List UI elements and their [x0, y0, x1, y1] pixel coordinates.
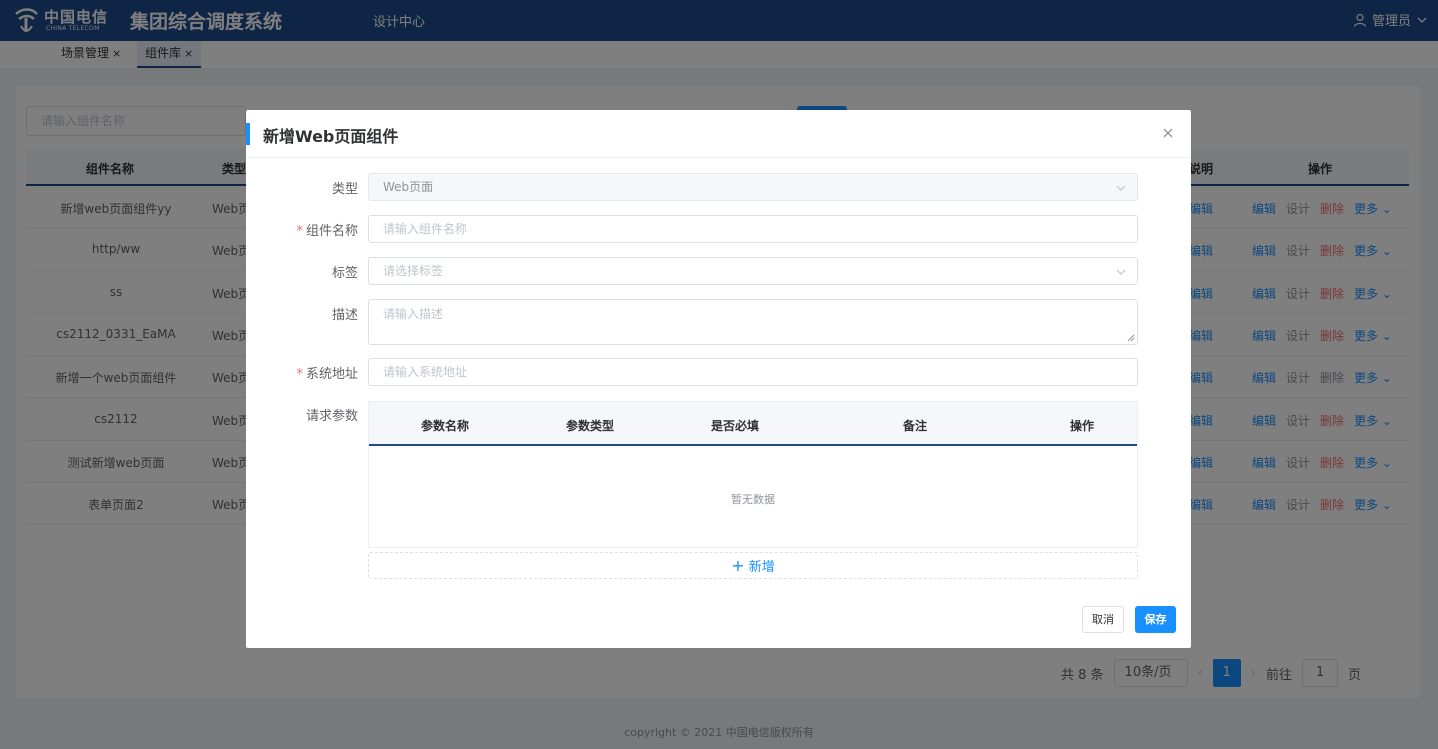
- th-remark: 备注: [903, 419, 928, 433]
- desc-placeholder: 请输入描述: [383, 307, 444, 321]
- tags-select[interactable]: 请选择标签: [368, 257, 1138, 285]
- type-value: Web页面: [383, 180, 434, 194]
- type-label: 类型: [331, 182, 358, 197]
- title-accent-bar: [246, 123, 250, 145]
- system-address-input[interactable]: 请输入系统地址: [368, 358, 1138, 386]
- type-select: Web页面: [368, 173, 1138, 201]
- dialog-header: 新增Web页面组件: [246, 110, 1191, 158]
- address-label: * 系统地址: [296, 367, 358, 382]
- close-icon[interactable]: [1161, 126, 1175, 140]
- cancel-button[interactable]: 取消: [1082, 606, 1124, 633]
- description-textarea[interactable]: 请输入描述: [368, 299, 1138, 345]
- chevron-down-icon: [1116, 185, 1126, 191]
- params-table-header: 参数名称 参数类型 是否必填 备注 操作: [369, 402, 1137, 446]
- component-name-input[interactable]: 请输入组件名称: [368, 215, 1138, 243]
- empty-text: 暂无数据: [731, 493, 775, 506]
- dialog-title: 新增Web页面组件: [263, 127, 399, 146]
- add-param-button[interactable]: + 新增: [368, 552, 1138, 579]
- add-web-component-dialog: 新增Web页面组件 类型 Web页面 * 组件名称 请输入组件名称 标签 请选择标…: [246, 110, 1191, 648]
- tags-label: 标签: [331, 266, 358, 281]
- th-param-name: 参数名称: [421, 419, 470, 433]
- desc-label: 描述: [331, 308, 358, 323]
- resize-grip-icon[interactable]: [1127, 334, 1135, 342]
- params-label: 请求参数: [305, 409, 358, 424]
- name-placeholder: 请输入组件名称: [383, 222, 468, 236]
- add-label: 新增: [748, 560, 775, 575]
- save-button[interactable]: 保存: [1135, 606, 1176, 633]
- th-operation: 操作: [1070, 419, 1095, 433]
- plus-icon: +: [731, 556, 745, 575]
- request-params-table: 参数名称 参数类型 是否必填 备注 操作 暂无数据: [368, 401, 1138, 548]
- name-label: * 组件名称: [296, 224, 358, 239]
- chevron-down-icon: [1116, 269, 1126, 275]
- tags-placeholder: 请选择标签: [383, 264, 444, 278]
- th-required: 是否必填: [711, 419, 760, 433]
- th-param-type: 参数类型: [566, 419, 615, 433]
- address-placeholder: 请输入系统地址: [383, 365, 468, 379]
